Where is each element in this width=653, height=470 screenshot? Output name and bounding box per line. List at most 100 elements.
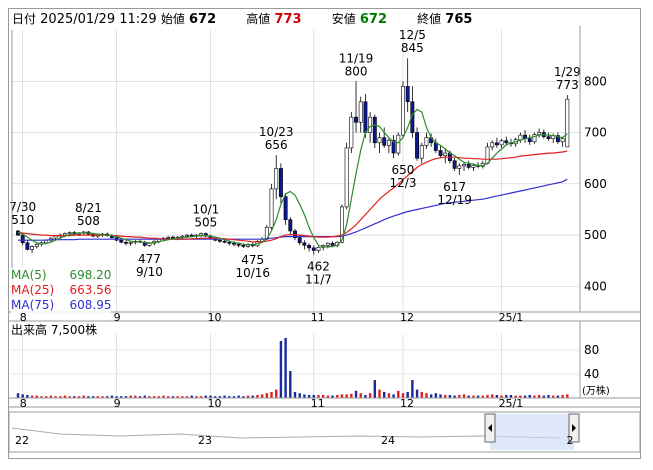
price-annotation: 462: [307, 260, 330, 274]
navigator: 22 23 24 2: [8, 411, 641, 453]
volume-bar-up: [425, 393, 428, 398]
price-annotation: 510: [11, 213, 34, 227]
candle-up: [147, 242, 152, 246]
volume-bar-down: [303, 394, 306, 398]
volume-month-label: 8: [20, 397, 27, 410]
legend-ma75: MA(75) 608.95: [11, 298, 112, 312]
candle-up: [518, 134, 523, 141]
price-annotation: 773: [556, 78, 579, 92]
candle-down: [20, 234, 25, 244]
price-tick-label: 800: [584, 74, 607, 88]
candle-down: [124, 241, 128, 244]
candle-up: [396, 134, 401, 154]
high-value: 773: [274, 12, 302, 27]
volume-unit-label: (万株): [582, 384, 610, 397]
volume-bar-up: [260, 394, 264, 398]
candle-up: [457, 165, 462, 169]
volume-bar-down: [429, 394, 433, 398]
price-annotation: 475: [241, 253, 264, 267]
candle-down: [372, 116, 377, 144]
candle-down: [227, 241, 232, 244]
candle-down: [297, 237, 302, 244]
candle-down: [405, 86, 410, 103]
price-annotation: 12/19: [437, 193, 472, 207]
candle-down: [438, 150, 443, 156]
volume-bar-down: [392, 394, 395, 398]
volume-bar-down: [298, 393, 301, 398]
volume-month-label: 10: [207, 397, 221, 410]
volume-tick-label: 40: [584, 367, 599, 381]
price-header: 日付 2025/01/29 11:29 始値 672 高値 773 安値 672…: [12, 10, 498, 27]
volume-bar-down: [284, 338, 287, 398]
volume-bar-up: [387, 393, 391, 398]
volume-bar-up: [275, 389, 278, 398]
month-label: 10: [207, 311, 221, 324]
candle-down: [546, 136, 551, 139]
candle-down: [504, 140, 509, 144]
candle-up: [185, 234, 189, 237]
candle-up: [30, 246, 35, 250]
high-label: 高値: [246, 12, 271, 26]
price-annotation: 10/16: [235, 266, 270, 280]
volume-bar-up: [340, 394, 344, 398]
candle-down: [236, 244, 241, 246]
legend-ma25: MA(25) 663.56: [11, 283, 112, 297]
candle-down: [527, 138, 532, 143]
month-label: 11: [311, 311, 325, 324]
price-annotation: 845: [401, 41, 424, 55]
price-annotation: 1/29: [554, 65, 581, 79]
axes: 4005006007008004080(万株)88991010111112122…: [9, 26, 640, 410]
ma-legend: MA(5) 698.20 MA(25) 663.56 MA(75) 608.95: [11, 268, 112, 313]
candle-down: [217, 239, 222, 242]
stock-chart: 7/305108/215084779/1010/150510/236564751…: [8, 26, 641, 453]
candle-down: [382, 137, 387, 146]
price-annotation: 8/21: [75, 201, 102, 215]
volume-bar-up: [420, 392, 423, 398]
price-annotation: 9/10: [136, 265, 163, 279]
candle-down: [25, 242, 30, 250]
candle-up: [63, 233, 67, 236]
volume-bar-up: [359, 393, 362, 398]
candle-up: [269, 188, 274, 228]
price-tick-label: 400: [584, 279, 607, 293]
volume-bar-up: [566, 394, 569, 398]
candle-down: [494, 142, 499, 146]
volume-title: 出来高 7,500株: [11, 323, 98, 337]
price-annotation: 617: [443, 180, 466, 194]
candle-down: [330, 242, 335, 246]
candle-up: [128, 241, 133, 244]
price-annotation: 505: [194, 216, 217, 230]
candle-up: [349, 116, 354, 149]
volume-bar-down: [354, 390, 358, 398]
navigator-label: 23: [198, 434, 212, 447]
candle-up: [67, 232, 72, 234]
candle-up: [166, 236, 171, 239]
volume-bar-up: [378, 389, 381, 398]
candle-up: [325, 242, 330, 246]
candle-up: [401, 86, 405, 136]
candle-up: [316, 247, 321, 251]
navigator-selection: [490, 414, 574, 450]
candle-up: [565, 98, 570, 148]
candle-up: [485, 146, 490, 164]
volume-bar-down: [434, 393, 438, 398]
volume-bar-down: [415, 389, 419, 398]
volume-bar-up: [270, 392, 273, 398]
volume-bar-up: [345, 394, 348, 398]
volume-bar-down: [289, 371, 292, 398]
price-tick-label: 500: [584, 228, 607, 242]
candle-up: [368, 116, 373, 133]
volume-bar-up: [490, 394, 494, 398]
price-annotation: 10/23: [259, 125, 294, 139]
price-annotation: 11/19: [339, 51, 374, 65]
price-annotation: 650: [392, 163, 415, 177]
volume-bar-down: [439, 394, 442, 398]
close-label: 終値: [417, 12, 442, 26]
price-tick-label: 600: [584, 177, 607, 191]
candle-down: [415, 132, 420, 159]
candle-up: [462, 164, 466, 167]
candle-down: [232, 242, 236, 245]
close-value: 765: [445, 12, 473, 27]
month-label: 9: [114, 311, 121, 324]
datetime-value: 2025/01/29 11:29: [40, 12, 157, 27]
